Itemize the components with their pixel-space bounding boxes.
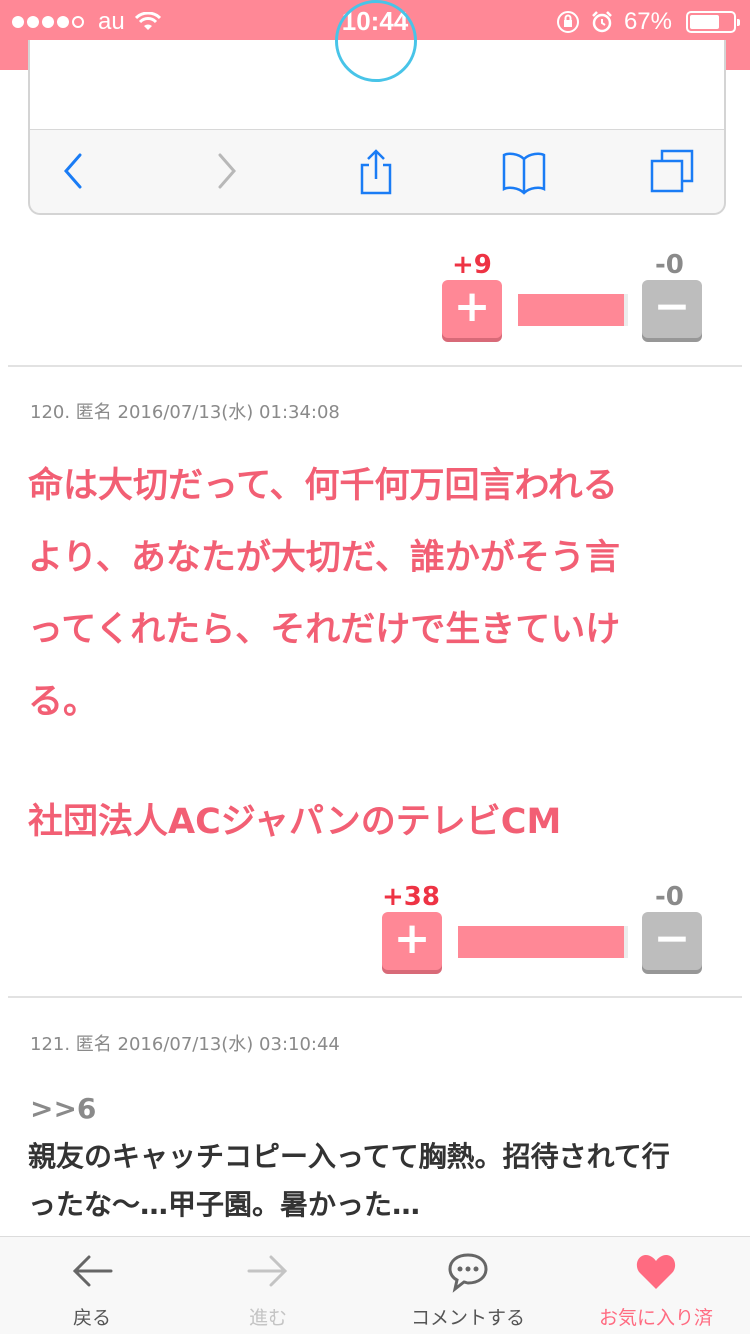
- back-chevron-icon: [64, 153, 82, 189]
- comment-button[interactable]: コメントする: [386, 1237, 550, 1335]
- embedded-browser-image: [28, 0, 726, 215]
- safari-toolbar: [30, 131, 724, 213]
- tabs-icon: [650, 149, 694, 193]
- alarm-icon: [592, 11, 612, 33]
- battery-percent: 67%: [623, 8, 672, 35]
- status-right: 67%: [556, 8, 740, 36]
- minus-vote-button[interactable]: −: [642, 912, 702, 970]
- circle-icon: [335, 0, 417, 82]
- rotation-lock-icon: [556, 11, 579, 33]
- comment-body: 命は大切だって、何千何万回言われる より、あなたが大切だ、誰かがそう言 ってくれ…: [28, 450, 728, 738]
- favorite-label: お気に入り済: [598, 1307, 713, 1329]
- bookmarks-icon: [502, 152, 546, 195]
- comment-line: ったな〜…甲子園。暑かった…: [28, 1188, 421, 1221]
- vote-row: +38 -0 + −: [0, 882, 750, 972]
- divider: [8, 996, 742, 998]
- vote-row: +9 -0 + −: [0, 250, 750, 340]
- back-arrow-icon: [72, 1255, 113, 1287]
- comment-body: 親友のキャッチコピー入ってて胸熱。招待されて行 ったな〜…甲子園。暑かった…: [28, 1133, 728, 1229]
- forward-label: 進む: [248, 1307, 287, 1329]
- back-button[interactable]: 戻る: [22, 1237, 162, 1335]
- comment-line: ってくれたら、それだけで生きていけ: [28, 610, 621, 650]
- comment-line: 命は大切だって、何千何万回言われる: [28, 466, 618, 506]
- comment-source: 社団法人ACジャパンのテレビCM: [28, 802, 562, 842]
- forward-chevron-icon: [218, 153, 236, 189]
- plus-vote-button[interactable]: +: [442, 280, 502, 338]
- plus-vote-count: +9: [452, 250, 492, 280]
- forward-button[interactable]: 進む: [198, 1237, 338, 1335]
- reply-anchor-link[interactable]: >>6: [30, 1092, 96, 1125]
- vote-ratio-bar: [518, 294, 628, 326]
- comment-label: コメントする: [410, 1307, 525, 1329]
- divider: [8, 365, 742, 367]
- share-icon: [360, 149, 392, 195]
- comment-line: 親友のキャッチコピー入ってて胸熱。招待されて行: [28, 1140, 670, 1173]
- embedded-page-area: [30, 0, 724, 130]
- bottom-nav-bar: 戻る 進む コメントする お気に入り済: [0, 1236, 750, 1334]
- minus-vote-button[interactable]: −: [642, 280, 702, 338]
- comment-meta: 121. 匿名 2016/07/13(水) 03:10:44: [30, 1034, 340, 1055]
- comment-line: より、あなたが大切だ、誰かがそう言: [28, 538, 620, 578]
- plus-vote-button[interactable]: +: [382, 912, 442, 970]
- plus-vote-count: +38: [382, 882, 440, 912]
- minus-vote-count: -0: [655, 882, 684, 912]
- back-label: 戻る: [72, 1307, 111, 1329]
- favorite-button[interactable]: お気に入り済: [586, 1237, 726, 1335]
- comment-line: る。: [28, 682, 99, 722]
- speech-bubble-icon: [448, 1253, 488, 1293]
- heart-icon: [636, 1255, 676, 1289]
- battery-icon: [686, 11, 740, 33]
- forward-arrow-icon: [247, 1255, 288, 1287]
- comment-meta: 120. 匿名 2016/07/13(水) 01:34:08: [30, 402, 340, 423]
- vote-ratio-bar: [458, 926, 628, 958]
- minus-vote-count: -0: [655, 250, 684, 280]
